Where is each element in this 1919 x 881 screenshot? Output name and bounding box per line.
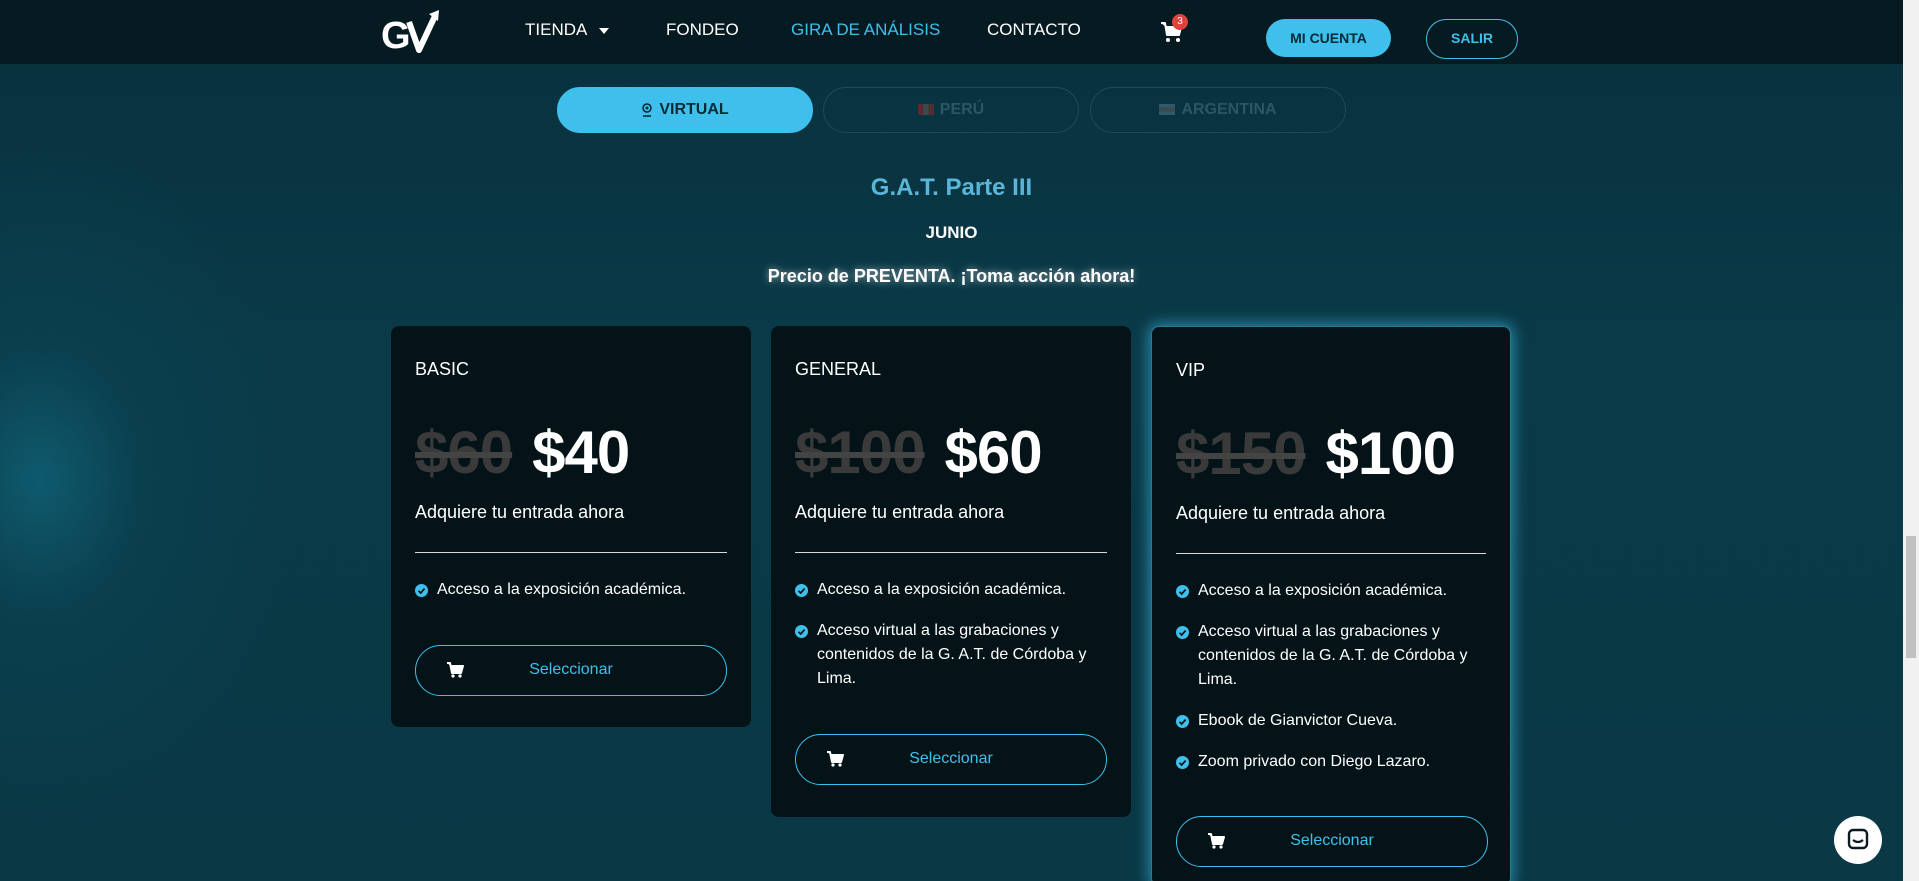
nav-fondeo[interactable]: FONDEO xyxy=(666,20,739,40)
plan-name: GENERAL xyxy=(795,359,882,379)
old-price: $150 xyxy=(1176,420,1306,487)
tab-argentina[interactable]: ARGENTINA xyxy=(1090,87,1346,133)
logout-button[interactable]: SALIR xyxy=(1426,19,1518,59)
tab-virtual-label: VIRTUAL xyxy=(659,101,729,118)
cart-icon xyxy=(1208,833,1225,849)
cart-icon xyxy=(827,751,844,767)
check-circle-icon xyxy=(415,584,428,597)
feature-text: Acceso virtual a las grabaciones y conte… xyxy=(817,622,1087,687)
select-label: Seleccionar xyxy=(1290,832,1374,849)
price-row: $60 $40 xyxy=(415,418,630,486)
current-price: $40 xyxy=(532,419,630,486)
plan-card-general: GENERAL $100 $60 Adquiere tu entrada ahor… xyxy=(771,326,1131,817)
webcam-icon xyxy=(642,102,653,117)
chat-icon xyxy=(1847,828,1869,850)
feature-item: Acceso virtual a las grabaciones y conte… xyxy=(795,619,1107,691)
feature-text: Acceso virtual a las grabaciones y conte… xyxy=(1198,623,1468,688)
current-price: $100 xyxy=(1325,420,1455,487)
check-circle-icon xyxy=(1176,626,1189,639)
scrollbar-track[interactable] xyxy=(1903,0,1919,881)
argentina-flag-icon xyxy=(1159,104,1176,116)
tab-virtual[interactable]: VIRTUAL xyxy=(557,87,813,133)
feature-text: Acceso a la exposición académica. xyxy=(437,581,687,598)
chevron-down-icon xyxy=(599,27,610,34)
feature-text: Acceso a la exposición académica. xyxy=(1198,582,1448,599)
plan-name: VIP xyxy=(1176,360,1206,380)
old-price: $60 xyxy=(415,419,513,486)
check-circle-icon xyxy=(795,584,808,597)
divider xyxy=(1176,553,1486,554)
plan-subtitle: Adquiere tu entrada ahora xyxy=(415,502,625,522)
event-title: G.A.T. Parte III xyxy=(870,174,1033,201)
nav-contacto[interactable]: CONTACTO xyxy=(987,20,1081,40)
check-circle-icon xyxy=(1176,715,1189,728)
check-circle-icon xyxy=(795,625,808,638)
current-price: $60 xyxy=(944,419,1042,486)
check-circle-icon xyxy=(1176,585,1189,598)
feature-list: Acceso a la exposición académica. Acceso… xyxy=(795,578,1107,708)
feature-item: Zoom privado con Diego Lazaro. xyxy=(1176,750,1486,774)
feature-text: Acceso a la exposición académica. xyxy=(817,581,1067,598)
check-circle-icon xyxy=(1176,756,1189,769)
divider xyxy=(795,552,1107,553)
peru-flag-icon xyxy=(917,104,934,116)
feature-text: Zoom privado con Diego Lazaro. xyxy=(1198,753,1431,770)
nav-tienda[interactable]: TIENDA xyxy=(525,20,610,40)
svg-text:G: G xyxy=(381,15,411,56)
my-account-button[interactable]: MI CUENTA xyxy=(1266,19,1391,57)
feature-text: Ebook de Gianvictor Cueva. xyxy=(1198,712,1398,729)
cart-count-badge: 3 xyxy=(1172,14,1188,30)
scrollbar-thumb[interactable] xyxy=(1906,536,1916,658)
top-navbar: G TIENDA FONDEO GIRA DE ANÁLISIS CONTACT… xyxy=(0,0,1903,64)
feature-item: Acceso a la exposición académica. xyxy=(1176,579,1486,603)
divider xyxy=(415,552,727,553)
chat-launcher-button[interactable] xyxy=(1834,816,1882,864)
select-basic-button[interactable]: Seleccionar xyxy=(415,645,727,696)
select-vip-button[interactable]: Seleccionar xyxy=(1176,816,1488,867)
plan-card-vip: VIP $150 $100 Adquiere tu entrada ahora A… xyxy=(1151,326,1511,881)
plan-name: BASIC xyxy=(415,359,470,379)
feature-item: Ebook de Gianvictor Cueva. xyxy=(1176,709,1486,733)
price-row: $150 $100 xyxy=(1176,419,1456,487)
feature-item: Acceso a la exposición académica. xyxy=(795,578,1107,602)
feature-item: Acceso virtual a las grabaciones y conte… xyxy=(1176,620,1486,692)
tab-peru[interactable]: PERÚ xyxy=(823,87,1079,133)
plan-subtitle: Adquiere tu entrada ahora xyxy=(795,502,1005,522)
tab-argentina-label: ARGENTINA xyxy=(1181,101,1277,118)
old-price: $100 xyxy=(795,419,925,486)
event-month: JUNIO xyxy=(925,223,978,242)
plan-subtitle: Adquiere tu entrada ahora xyxy=(1176,503,1386,523)
nav-gira-analisis[interactable]: GIRA DE ANÁLISIS xyxy=(791,20,940,40)
cart-icon xyxy=(447,662,464,678)
price-row: $100 $60 xyxy=(795,418,1043,486)
feature-list: Acceso a la exposición académica. xyxy=(415,578,727,619)
feature-list: Acceso a la exposición académica. Acceso… xyxy=(1176,579,1486,791)
select-general-button[interactable]: Seleccionar xyxy=(795,734,1107,785)
plan-card-basic: BASIC $60 $40 Adquiere tu entrada ahora A… xyxy=(391,326,751,727)
select-label: Seleccionar xyxy=(529,661,613,678)
presale-notice: Precio de PREVENTA. ¡Toma acción ahora! xyxy=(767,266,1136,286)
gv-logo[interactable]: G xyxy=(381,8,443,56)
tab-peru-label: PERÚ xyxy=(939,101,985,118)
feature-item: Acceso a la exposición académica. xyxy=(415,578,727,602)
nav-tienda-label: TIENDA xyxy=(525,20,588,39)
select-label: Seleccionar xyxy=(909,750,993,767)
